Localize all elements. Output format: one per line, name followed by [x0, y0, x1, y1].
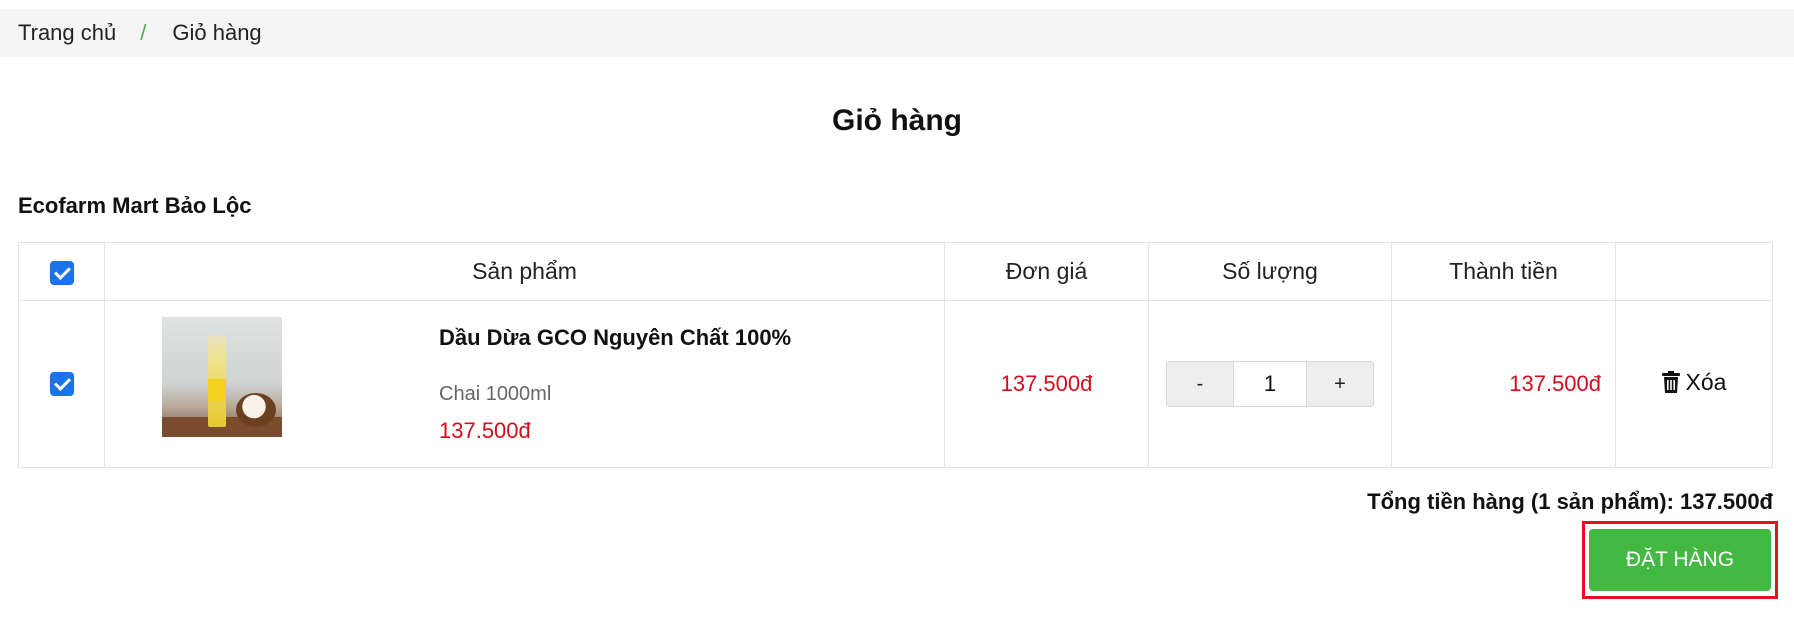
select-all-checkbox[interactable] [49, 260, 74, 285]
breadcrumb: Trang chủ / Giỏ hàng [0, 9, 1794, 57]
delete-cell: Xóa [1615, 300, 1773, 468]
table-row: Dầu Dừa GCO Nguyên Chất 100% Chai 1000ml… [18, 300, 1773, 468]
row-checkbox[interactable] [49, 372, 74, 396]
row-subtotal: 137.500đ [1391, 300, 1616, 468]
quantity-input[interactable]: 1 [1233, 362, 1307, 406]
header-subtotal: Thành tiền [1391, 242, 1616, 301]
cart-table: Sản phẩm Đơn giá Số lượng Thành tiền Dầu… [18, 242, 1773, 468]
quantity-stepper: - 1 + [1166, 361, 1374, 407]
header-actions [1615, 242, 1773, 301]
breadcrumb-home-link[interactable]: Trang chủ [18, 20, 116, 46]
delete-label: Xóa [1685, 368, 1727, 395]
header-unit-price: Đơn giá [944, 242, 1149, 301]
product-cell: Dầu Dừa GCO Nguyên Chất 100% Chai 1000ml… [104, 300, 945, 468]
cart-header-row: Sản phẩm Đơn giá Số lượng Thành tiền [18, 242, 1773, 301]
decrease-quantity-button[interactable]: - [1167, 362, 1233, 406]
trash-icon [1661, 371, 1680, 394]
increase-quantity-button[interactable]: + [1307, 362, 1373, 406]
breadcrumb-separator: / [140, 20, 147, 45]
product-name[interactable]: Dầu Dừa GCO Nguyên Chất 100% [439, 325, 791, 351]
header-select-all [18, 242, 105, 301]
delete-button[interactable]: Xóa [1661, 368, 1727, 396]
product-variant: Chai 1000ml [439, 383, 552, 405]
header-product: Sản phẩm [104, 242, 945, 301]
page-title: Giỏ hàng [832, 104, 962, 137]
shop-name: Ecofarm Mart Bảo Lộc [18, 193, 252, 218]
breadcrumb-current: Giỏ hàng [172, 20, 262, 45]
header-quantity: Số lượng [1148, 242, 1392, 301]
unit-price: 137.500đ [944, 300, 1149, 468]
row-select-cell [18, 300, 105, 468]
quantity-cell: - 1 + [1148, 300, 1392, 468]
product-price: 137.500đ [439, 418, 531, 443]
place-order-button[interactable]: ĐẶT HÀNG [1589, 529, 1771, 591]
order-summary-total: Tổng tiền hàng (1 sản phẩm): 137.500đ [1367, 489, 1773, 514]
product-image[interactable] [162, 317, 282, 437]
